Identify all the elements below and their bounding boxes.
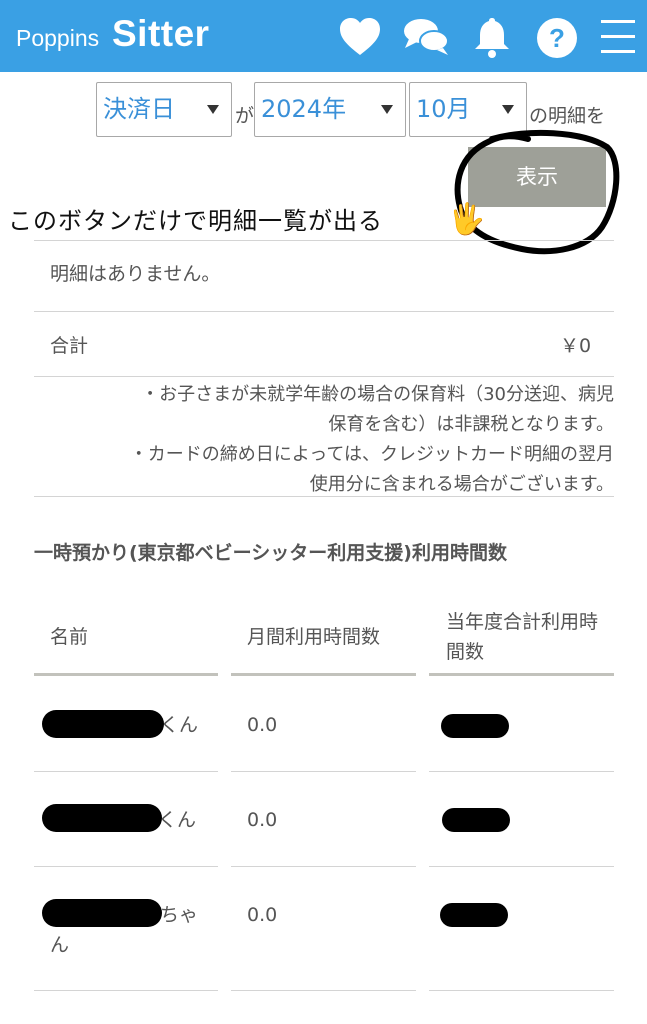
header-rule bbox=[429, 673, 614, 676]
note-line: 保育を含む）は非課税となります。 bbox=[328, 414, 614, 435]
payment-type-select[interactable]: 決済日 bbox=[96, 82, 232, 137]
chevron-down-icon bbox=[207, 105, 219, 114]
brand-logo-big[interactable]: Sitter bbox=[112, 12, 210, 56]
suffix-text: の明細を bbox=[529, 105, 606, 127]
column-header-monthly: 月間利用時間数 bbox=[247, 626, 381, 648]
divider bbox=[34, 771, 218, 772]
divider bbox=[34, 496, 614, 497]
redacted-yearly bbox=[441, 714, 509, 738]
name-suffix: くん bbox=[160, 714, 199, 736]
note-line: ・カードの締め日によっては、クレジットカード明細の翌月 bbox=[129, 444, 614, 465]
heart-icon[interactable] bbox=[337, 14, 383, 60]
connector-text: が bbox=[235, 105, 255, 127]
divider bbox=[429, 990, 614, 991]
menu-icon[interactable] bbox=[598, 14, 638, 60]
divider bbox=[231, 990, 416, 991]
column-header-name: 名前 bbox=[50, 626, 89, 648]
month-value: 10月 bbox=[416, 95, 471, 123]
brand-logo-small[interactable]: Poppins bbox=[16, 24, 99, 52]
divider bbox=[231, 771, 416, 772]
section-title: 一時預かり(東京都ベビーシッター利用支援)利用時間数 bbox=[34, 542, 507, 564]
divider bbox=[34, 240, 614, 241]
year-value: 2024年 bbox=[261, 95, 347, 123]
divider bbox=[34, 990, 218, 991]
total-label: 合計 bbox=[50, 335, 89, 357]
header-rule bbox=[34, 673, 218, 676]
app-header: Poppins Sitter ? bbox=[0, 0, 647, 72]
name-suffix: くん bbox=[158, 809, 197, 831]
redacted-yearly bbox=[440, 903, 508, 927]
monthly-hours: 0.0 bbox=[247, 904, 278, 926]
year-select[interactable]: 2024年 bbox=[254, 82, 406, 137]
annotation-text: このボタンだけで明細一覧が出る bbox=[8, 207, 383, 235]
header-rule bbox=[231, 673, 416, 676]
divider bbox=[429, 771, 614, 772]
redacted-name bbox=[42, 804, 162, 832]
redacted-name bbox=[42, 710, 164, 738]
redacted-name bbox=[42, 899, 162, 927]
notes: ・お子さまが未就学年齢の場合の保育料（30分送迎、病児 保育を含む）は非課税とな… bbox=[34, 380, 614, 500]
svg-text:?: ? bbox=[549, 23, 565, 53]
chevron-down-icon bbox=[381, 105, 393, 114]
column-header-yearly: 当年度合計利用時間数 bbox=[446, 611, 599, 663]
monthly-hours: 0.0 bbox=[247, 714, 278, 736]
divider bbox=[34, 376, 614, 377]
name-suffix-line1: ちゃ bbox=[160, 904, 199, 926]
divider bbox=[231, 866, 416, 867]
hand-emoji: 🖐 bbox=[448, 202, 486, 237]
note-line: ・お子さまが未就学年齢の場合の保育料（30分送迎、病児 bbox=[141, 384, 614, 405]
total-value: ￥0 bbox=[560, 335, 592, 357]
payment-type-value: 決済日 bbox=[103, 95, 175, 123]
divider bbox=[34, 866, 218, 867]
chevron-down-icon bbox=[502, 105, 514, 114]
chat-icon[interactable] bbox=[401, 14, 451, 60]
name-suffix-line2: ん bbox=[50, 934, 70, 956]
annotation-circle bbox=[454, 129, 620, 255]
divider bbox=[34, 311, 614, 312]
monthly-hours: 0.0 bbox=[247, 809, 278, 831]
bell-icon[interactable] bbox=[469, 14, 515, 60]
help-icon[interactable]: ? bbox=[534, 14, 580, 60]
empty-message: 明細はありません。 bbox=[50, 263, 221, 285]
redacted-yearly bbox=[442, 808, 510, 832]
divider bbox=[429, 866, 614, 867]
